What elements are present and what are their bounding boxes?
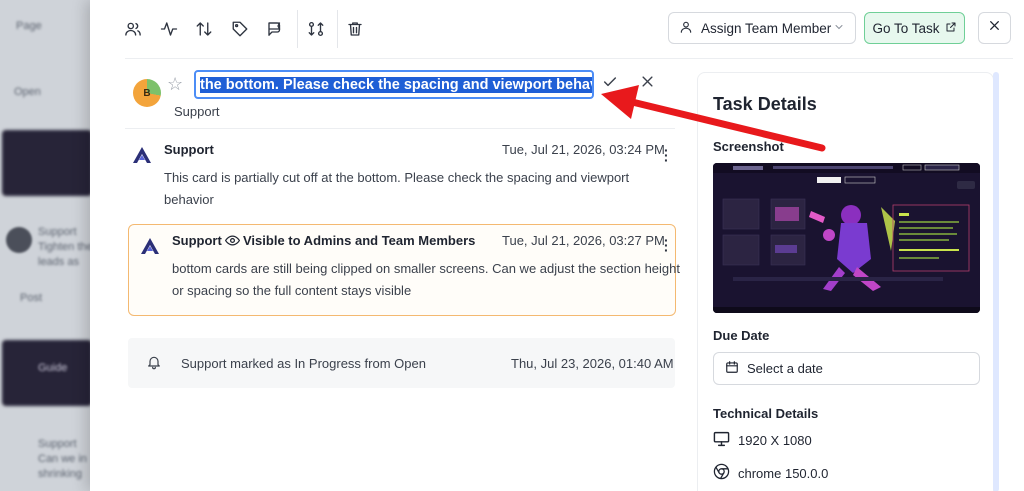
panel-title: Task Details — [713, 94, 817, 114]
cancel-icon[interactable] — [640, 74, 655, 94]
more-options-icon[interactable]: · · · — [664, 233, 669, 257]
backdrop-item-author: Support — [38, 438, 77, 450]
activity-icon[interactable] — [157, 17, 181, 41]
task-details-panel: Task Details Screenshot Due Date Select … — [697, 72, 994, 491]
assign-team-member-button[interactable]: Assign Team Member — [668, 12, 856, 44]
transfer-icon[interactable] — [304, 17, 328, 41]
eye-icon — [224, 234, 241, 252]
toolbar-divider — [337, 10, 338, 48]
comment-time: Tue, Jul 21, 2026, 03:24 PM — [502, 142, 665, 157]
title-edit-value: the bottom. Please check the spacing and… — [200, 76, 592, 93]
comment-body-line: bottom cards are still being clipped on … — [172, 261, 680, 276]
assign-label: Assign Team Member — [701, 20, 832, 36]
users-icon[interactable] — [121, 17, 145, 41]
resolution-row: 1920 X 1080 — [713, 431, 812, 450]
browser-row: chrome 150.0.0 — [713, 463, 828, 483]
go-to-task-button[interactable]: Go To Task — [864, 12, 965, 44]
user-icon — [679, 20, 693, 37]
task-modal: Assign Team Member Go To Task B ☆ the bo… — [90, 0, 1024, 491]
activity-text: Support marked as In Progress from Open — [181, 356, 426, 371]
flag-icon[interactable] — [263, 17, 287, 41]
brand-logo-icon — [140, 237, 160, 255]
title-edit-input[interactable]: the bottom. Please check the spacing and… — [194, 70, 594, 99]
toolbar-divider-line — [125, 58, 1013, 59]
backdrop-card — [2, 130, 92, 196]
modal-toolbar: Assign Team Member Go To Task — [90, 0, 1024, 58]
external-link-icon — [945, 21, 957, 36]
comment-body-line: or spacing so the full content stays vis… — [172, 283, 412, 298]
title-subtitle: Support — [174, 104, 220, 119]
chrome-icon — [713, 463, 730, 483]
backdrop-item-line: Can we in — [38, 453, 87, 465]
due-date-picker[interactable]: Select a date — [713, 352, 980, 385]
backdrop-item-meta: Post — [20, 292, 43, 304]
tag-icon[interactable] — [228, 17, 252, 41]
activity-entry: Support marked as In Progress from Open … — [128, 338, 675, 388]
go-to-task-label: Go To Task — [872, 20, 940, 36]
close-icon — [988, 19, 1001, 37]
backdrop-item-line: shrinking — [38, 468, 83, 480]
internal-comment: Support Visible to Admins and Team Membe… — [128, 224, 680, 316]
due-date-placeholder: Select a date — [747, 361, 823, 376]
browser-value: chrome 150.0.0 — [738, 465, 829, 481]
sort-icon[interactable] — [192, 17, 216, 41]
resolution-value: 1920 X 1080 — [738, 433, 812, 448]
technical-details-label: Technical Details — [713, 406, 819, 421]
close-modal-button[interactable] — [978, 12, 1011, 44]
panel-scrollbar[interactable] — [993, 72, 999, 491]
screenshot-thumbnail[interactable] — [713, 163, 980, 313]
backdrop-item-line: leads as — [38, 256, 79, 268]
backdrop-item-line: Tighten the — [38, 241, 93, 253]
visibility-label: Visible to Admins and Team Members — [243, 233, 476, 248]
comment-author: Support — [164, 142, 214, 157]
backdrop-card-label: Guide — [38, 362, 68, 374]
backdrop-avatar — [6, 227, 32, 253]
due-date-label: Due Date — [713, 328, 770, 343]
monitor-icon — [713, 431, 730, 450]
brand-logo-icon — [132, 146, 152, 164]
comment-time: Tue, Jul 21, 2026, 03:27 PM — [502, 233, 665, 248]
check-icon[interactable] — [602, 74, 618, 95]
more-options-icon[interactable]: · · · — [664, 143, 669, 167]
activity-time: Thu, Jul 23, 2026, 01:40 AM — [511, 356, 674, 371]
divider — [125, 128, 675, 129]
comment-author: Support — [172, 233, 222, 248]
toolbar-divider — [297, 10, 298, 48]
star-icon[interactable]: ☆ — [167, 74, 183, 95]
backdrop-item-author: Support — [38, 226, 77, 238]
bell-icon — [146, 354, 162, 375]
backdrop-open-label: Open — [14, 86, 41, 98]
backdrop-page-label: Page — [16, 20, 42, 32]
chevron-down-icon — [833, 21, 845, 36]
trash-icon[interactable] — [343, 17, 367, 41]
avatar: B — [133, 79, 161, 107]
comment-body: This card is partially cut off at the bo… — [164, 170, 630, 207]
avatar-initial: B — [143, 87, 151, 99]
calendar-icon — [725, 360, 739, 377]
screenshot-label: Screenshot — [713, 139, 784, 154]
